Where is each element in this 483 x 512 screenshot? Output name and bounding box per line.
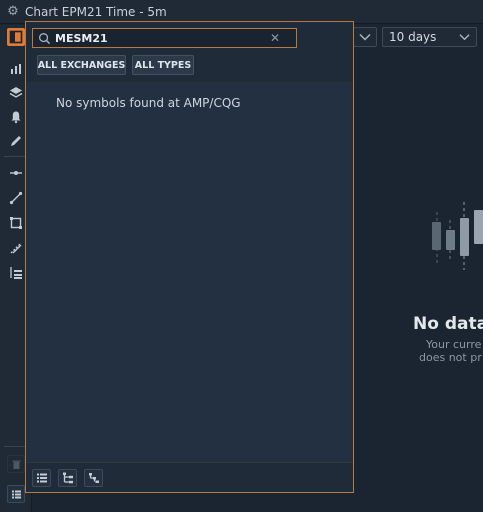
- indicators-icon[interactable]: [7, 60, 25, 78]
- search-icon: [35, 29, 53, 47]
- object-tree-icon[interactable]: [7, 264, 25, 282]
- trash-icon[interactable]: [7, 455, 25, 473]
- range-select[interactable]: 10 days: [382, 27, 477, 47]
- symbol-search-header: ✕ ALL EXCHANGES ALL TYPES: [26, 22, 353, 82]
- gear-icon[interactable]: ⚙: [5, 4, 21, 20]
- trend-line-icon[interactable]: [7, 189, 25, 207]
- no-data-title: No data: [413, 314, 483, 334]
- chart-window: ⚙ Chart EPM21 Time - 5m 10 days No data …: [0, 0, 483, 512]
- clear-search-icon[interactable]: ✕: [268, 31, 282, 45]
- fib-icon[interactable]: [7, 239, 25, 257]
- no-results-message: No symbols found at AMP/CQG: [56, 96, 241, 110]
- search-box: ✕: [32, 28, 297, 48]
- rectangle-icon[interactable]: [7, 214, 25, 232]
- tree-view-icon[interactable]: [58, 469, 77, 487]
- panel-toggle-icon[interactable]: [7, 28, 25, 46]
- list-view-icon[interactable]: [32, 469, 51, 487]
- range-select-value: 10 days: [389, 30, 437, 44]
- chevron-down-icon: [459, 34, 470, 41]
- exchange-filter-button[interactable]: ALL EXCHANGES: [37, 55, 126, 75]
- type-filter-button[interactable]: ALL TYPES: [132, 55, 194, 75]
- symbol-search-footer: [26, 462, 353, 492]
- symbol-search-input[interactable]: [53, 30, 268, 46]
- pencil-icon[interactable]: [7, 132, 25, 150]
- hierarchy-view-icon[interactable]: [84, 469, 103, 487]
- horizontal-line-icon[interactable]: [7, 164, 25, 182]
- chevron-button[interactable]: [353, 27, 377, 47]
- chevron-down-icon: [359, 33, 371, 41]
- alert-bell-icon[interactable]: [7, 108, 25, 126]
- no-data-message-line2: does not pr: [419, 351, 482, 364]
- symbol-search-popup: ✕ ALL EXCHANGES ALL TYPES No symbols fou…: [25, 21, 354, 493]
- no-data-message-line1: Your curre: [426, 338, 482, 351]
- list-icon[interactable]: [7, 485, 25, 503]
- layers-icon[interactable]: [7, 84, 25, 102]
- empty-chart-candles-illustration: [432, 202, 483, 270]
- window-title: Chart EPM21 Time - 5m: [25, 4, 167, 19]
